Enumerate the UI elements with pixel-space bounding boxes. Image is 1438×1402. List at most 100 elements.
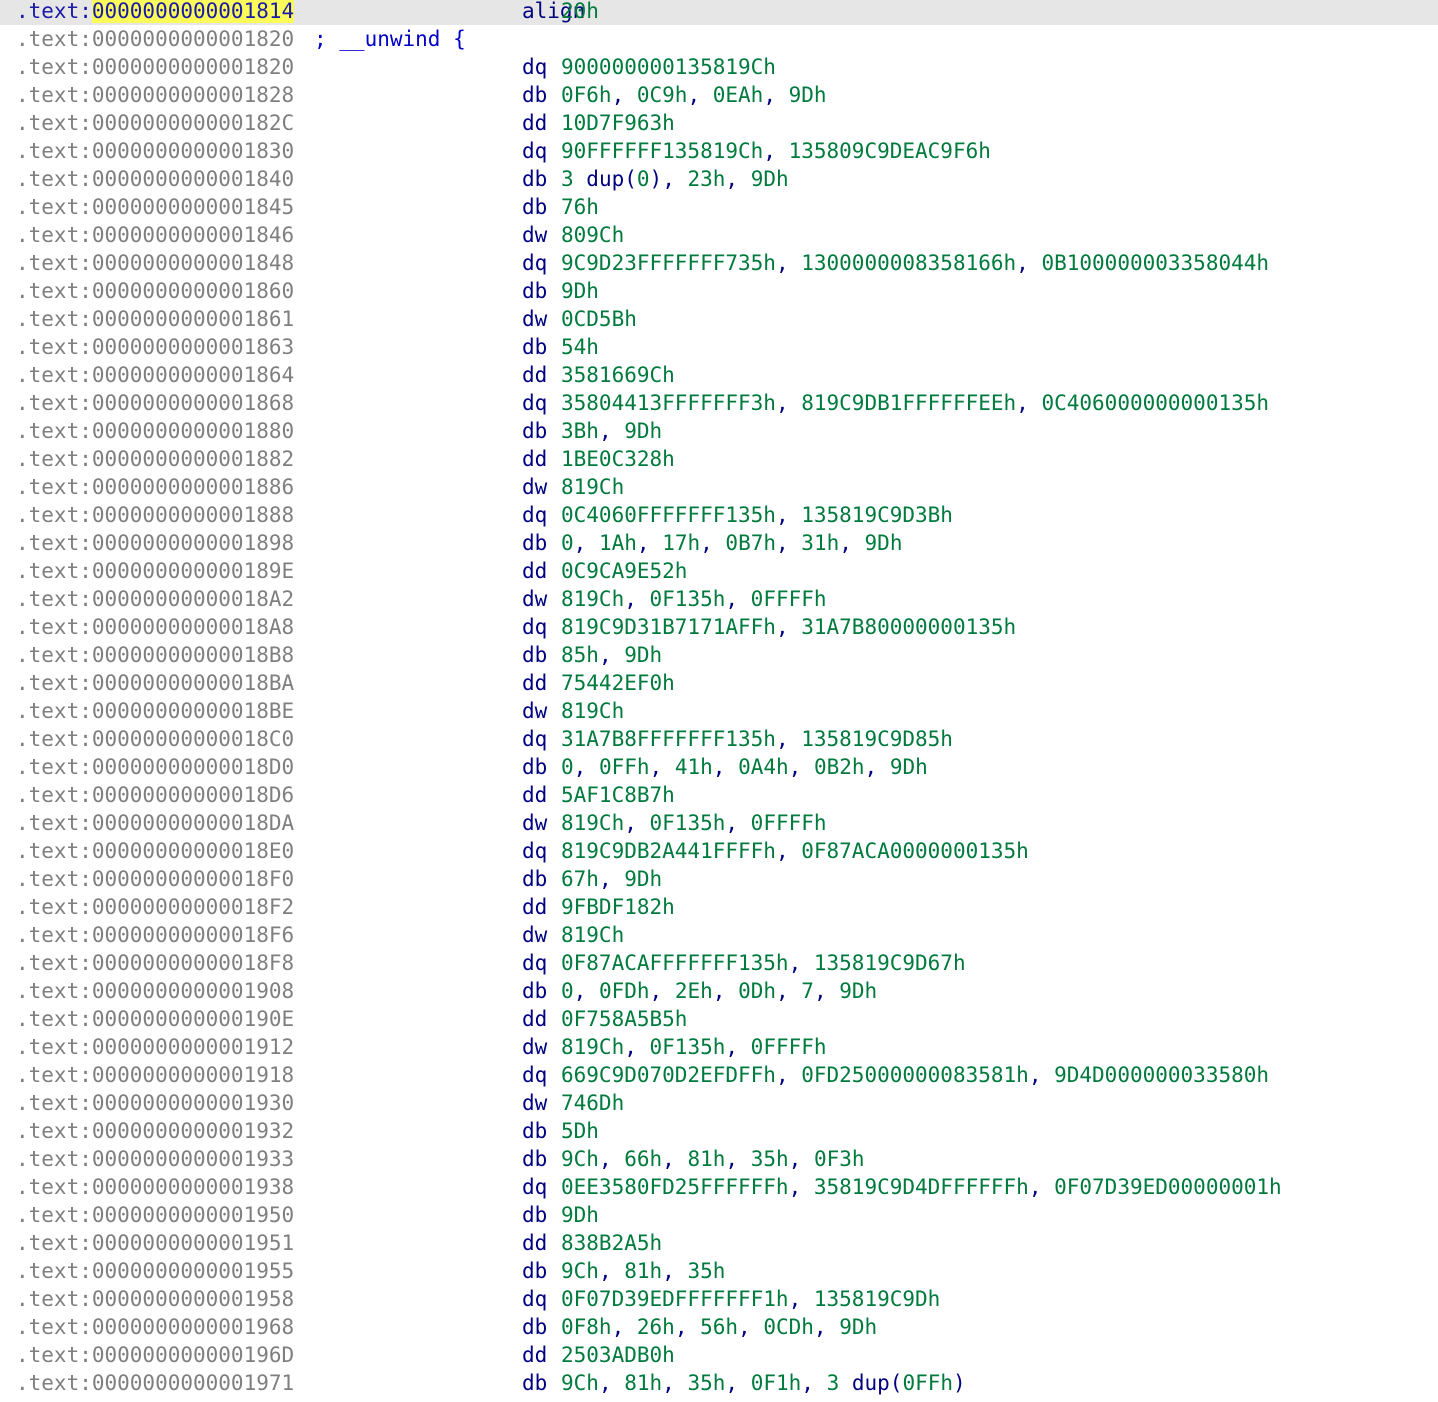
address-offset[interactable]: 0000000000001938 <box>92 1175 294 1199</box>
address-offset[interactable]: 0000000000001840 <box>92 167 294 191</box>
segment-name[interactable]: .text: <box>16 1119 92 1143</box>
listing-line[interactable]: .text:0000000000001938 dq 0EE3580FD25FFFFF… <box>0 1173 1438 1201</box>
line-mnemonic[interactable]: dw <box>522 921 547 949</box>
listing-line[interactable]: .text:00000000000018DA dw 819Ch, 0F135h, 0… <box>0 809 1438 837</box>
address-offset[interactable]: 0000000000001886 <box>92 475 294 499</box>
line-address[interactable]: .text:0000000000001955 <box>16 1257 294 1285</box>
segment-name[interactable]: .text: <box>16 391 92 415</box>
line-operands[interactable]: 2503ADB0h <box>561 1341 675 1369</box>
line-address[interactable]: .text:0000000000001930 <box>16 1089 294 1117</box>
listing-line[interactable]: .text:0000000000001820 dq 900000000135819C… <box>0 53 1438 81</box>
line-address[interactable]: .text:00000000000018B8 <box>16 641 294 669</box>
line-address[interactable]: .text:0000000000001951 <box>16 1229 294 1257</box>
segment-name[interactable]: .text: <box>16 111 92 135</box>
line-mnemonic[interactable]: dq <box>522 53 547 81</box>
line-operands[interactable]: 746Dh <box>561 1089 624 1117</box>
line-operands[interactable]: 819Ch, 0F135h, 0FFFFh <box>561 585 827 613</box>
line-address[interactable]: .text:0000000000001863 <box>16 333 294 361</box>
segment-name[interactable]: .text: <box>16 167 92 191</box>
line-operands[interactable]: 819Ch <box>561 921 624 949</box>
line-address[interactable]: .text:0000000000001845 <box>16 193 294 221</box>
segment-name[interactable]: .text: <box>16 895 92 919</box>
address-offset[interactable]: 0000000000001950 <box>92 1203 294 1227</box>
segment-name[interactable]: .text: <box>16 699 92 723</box>
line-mnemonic[interactable]: db <box>522 165 547 193</box>
listing-line[interactable]: .text:0000000000001951 dd 838B2A5h <box>0 1229 1438 1257</box>
listing-line[interactable]: .text:0000000000001955 db 9Ch, 81h, 35h <box>0 1257 1438 1285</box>
line-operands[interactable]: 0F8h, 26h, 56h, 0CDh, 9Dh <box>561 1313 877 1341</box>
line-operands[interactable]: 3Bh, 9Dh <box>561 417 662 445</box>
line-address[interactable]: .text:0000000000001968 <box>16 1313 294 1341</box>
segment-name[interactable]: .text: <box>16 1063 92 1087</box>
line-operands[interactable]: 9Dh <box>561 1201 599 1229</box>
listing-line[interactable]: .text:0000000000001968 db 0F8h, 26h, 56h, … <box>0 1313 1438 1341</box>
segment-name[interactable]: .text: <box>16 503 92 527</box>
line-mnemonic[interactable]: db <box>522 753 547 781</box>
listing-line[interactable]: .text:0000000000001860 db 9Dh <box>0 277 1438 305</box>
line-operands[interactable]: 31A7B8FFFFFFF135h, 135819C9D85h <box>561 725 953 753</box>
address-offset[interactable]: 0000000000001848 <box>92 251 294 275</box>
line-operands[interactable]: 819Ch, 0F135h, 0FFFFh <box>561 1033 827 1061</box>
segment-name[interactable]: .text: <box>16 1287 92 1311</box>
address-offset[interactable]: 0000000000001864 <box>92 363 294 387</box>
segment-name[interactable]: .text: <box>16 531 92 555</box>
segment-name[interactable]: .text: <box>16 951 92 975</box>
line-address[interactable]: .text:0000000000001938 <box>16 1173 294 1201</box>
address-offset[interactable]: 00000000000018C0 <box>92 727 294 751</box>
address-offset[interactable]: 0000000000001863 <box>92 335 294 359</box>
line-address[interactable]: .text:000000000000189E <box>16 557 294 585</box>
line-address[interactable]: .text:00000000000018BE <box>16 697 294 725</box>
address-offset[interactable]: 0000000000001908 <box>92 979 294 1003</box>
line-mnemonic[interactable]: dd <box>522 1341 547 1369</box>
line-operands[interactable]: 1BE0C328h <box>561 445 675 473</box>
segment-name[interactable]: .text: <box>16 1343 92 1367</box>
listing-line[interactable]: .text:0000000000001828 db 0F6h, 0C9h, 0EAh… <box>0 81 1438 109</box>
address-offset[interactable]: 0000000000001828 <box>92 83 294 107</box>
listing-line[interactable]: .text:00000000000018B8 db 85h, 9Dh <box>0 641 1438 669</box>
listing-line[interactable]: .text:0000000000001950 db 9Dh <box>0 1201 1438 1229</box>
line-address[interactable]: .text:00000000000018D0 <box>16 753 294 781</box>
segment-name[interactable]: .text: <box>16 1091 92 1115</box>
segment-name[interactable]: .text: <box>16 923 92 947</box>
line-operands[interactable]: 809Ch <box>561 221 624 249</box>
line-address[interactable]: .text:0000000000001912 <box>16 1033 294 1061</box>
line-address[interactable]: .text:00000000000018A8 <box>16 613 294 641</box>
listing-line[interactable]: .text:0000000000001861 dw 0CD5Bh <box>0 305 1438 333</box>
address-offset[interactable]: 0000000000001968 <box>92 1315 294 1339</box>
segment-name[interactable]: .text: <box>16 1203 92 1227</box>
segment-name[interactable]: .text: <box>16 1231 92 1255</box>
line-address[interactable]: .text:0000000000001886 <box>16 473 294 501</box>
segment-name[interactable]: .text: <box>16 0 92 23</box>
address-offset[interactable]: 0000000000001820 <box>92 55 294 79</box>
line-mnemonic[interactable]: dw <box>522 1089 547 1117</box>
listing-line[interactable]: .text:0000000000001888 dq 0C4060FFFFFFF135… <box>0 501 1438 529</box>
line-mnemonic[interactable]: dq <box>522 725 547 753</box>
segment-name[interactable]: .text: <box>16 587 92 611</box>
address-offset[interactable]: 0000000000001932 <box>92 1119 294 1143</box>
line-address[interactable]: .text:00000000000018F0 <box>16 865 294 893</box>
address-offset[interactable]: 00000000000018D0 <box>92 755 294 779</box>
disassembly-listing[interactable]: .text:0000000000001814 align 20h .text:0000… <box>0 0 1438 1402</box>
segment-name[interactable]: .text: <box>16 27 92 51</box>
line-address[interactable]: .text:0000000000001882 <box>16 445 294 473</box>
line-operands[interactable]: 9Dh <box>561 277 599 305</box>
listing-line[interactable]: .text:00000000000018D6 dd 5AF1C8B7h <box>0 781 1438 809</box>
line-mnemonic[interactable]: db <box>522 81 547 109</box>
line-mnemonic[interactable]: dq <box>522 613 547 641</box>
segment-name[interactable]: .text: <box>16 195 92 219</box>
listing-line[interactable]: .text:00000000000018BA dd 75442EF0h <box>0 669 1438 697</box>
segment-name[interactable]: .text: <box>16 83 92 107</box>
address-offset[interactable]: 00000000000018F6 <box>92 923 294 947</box>
line-address[interactable]: .text:00000000000018F2 <box>16 893 294 921</box>
listing-line[interactable]: .text:0000000000001933 db 9Ch, 66h, 81h, 3… <box>0 1145 1438 1173</box>
line-operands[interactable]: 0, 1Ah, 17h, 0B7h, 31h, 9Dh <box>561 529 902 557</box>
listing-line[interactable]: .text:0000000000001908 db 0, 0FDh, 2Eh, 0D… <box>0 977 1438 1005</box>
line-operands[interactable]: 5AF1C8B7h <box>561 781 675 809</box>
line-address[interactable]: .text:0000000000001861 <box>16 305 294 333</box>
segment-name[interactable]: .text: <box>16 335 92 359</box>
listing-line[interactable]: .text:0000000000001898 db 0, 1Ah, 17h, 0B7… <box>0 529 1438 557</box>
address-offset[interactable]: 00000000000018A8 <box>92 615 294 639</box>
segment-name[interactable]: .text: <box>16 1315 92 1339</box>
line-mnemonic[interactable]: dw <box>522 473 547 501</box>
line-operands[interactable]: 9Ch, 81h, 35h, 0F1h, 3 dup(0FFh) <box>561 1369 966 1397</box>
